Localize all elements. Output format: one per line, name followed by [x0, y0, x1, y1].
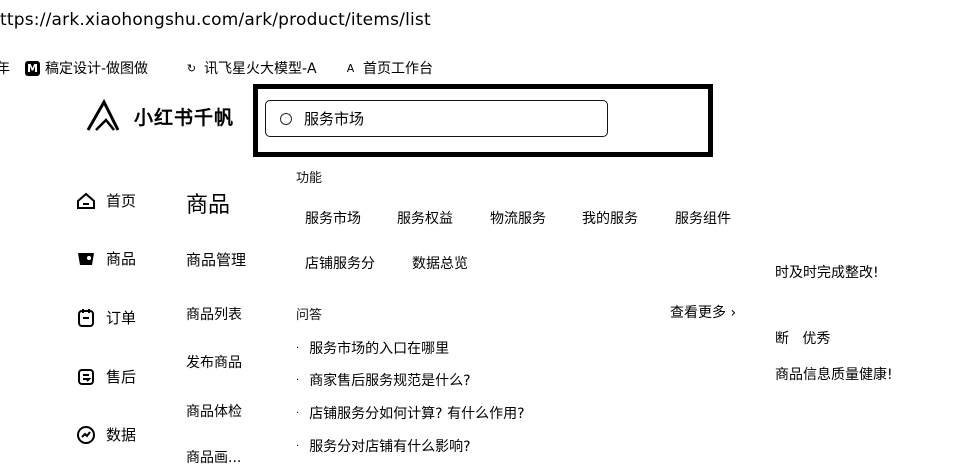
- status-badge: 优秀: [802, 331, 831, 347]
- qa-text: 商家售后服务规范是什么?: [309, 373, 471, 389]
- spark-icon: ↻: [186, 61, 197, 75]
- function-service-rights[interactable]: 服务权益: [397, 208, 453, 228]
- sidebar-item-home[interactable]: 首页: [76, 190, 136, 211]
- aftersale-icon: [76, 367, 96, 387]
- sidebar-item-label: 首页: [106, 192, 137, 210]
- menu-item-publish-product[interactable]: 发布商品: [186, 352, 242, 372]
- rectify-notice: 时及时完成整改!: [775, 265, 879, 281]
- section-title: 商品: [186, 193, 231, 218]
- qa-text: 店铺服务分如何计算? 有什么作用?: [309, 406, 525, 422]
- qianfan-logo-icon: [86, 98, 120, 131]
- diagnosis-label: 断: [775, 331, 789, 347]
- bullet-icon: ·: [296, 407, 300, 419]
- order-icon: [76, 308, 96, 328]
- sidebar-item-order[interactable]: 订单: [76, 307, 136, 328]
- qa-item[interactable]: · 商家售后服务规范是什么?: [296, 370, 471, 390]
- product-icon: [76, 249, 96, 269]
- search-input[interactable]: [304, 109, 564, 128]
- app-logo[interactable]: 小红书千帆: [84, 96, 234, 136]
- bookmark-gaoding[interactable]: M 稿定设计-做图做: [25, 58, 148, 78]
- bullet-icon: ·: [296, 342, 300, 354]
- qa-text: 服务市场的入口在哪里: [309, 341, 450, 357]
- search-box[interactable]: [265, 100, 608, 137]
- menu-group-product-management[interactable]: 商品管理: [186, 249, 246, 270]
- view-more-link[interactable]: 查看更多 ›: [670, 302, 736, 322]
- bookmark-workbench[interactable]: A 首页工作台: [343, 58, 433, 78]
- mastergo-icon: M: [25, 60, 40, 76]
- sidebar-item-data[interactable]: 数据: [76, 424, 136, 445]
- sidebar-item-product[interactable]: 商品: [76, 248, 136, 269]
- bookmark-xunfei[interactable]: ↻ 讯飞星火大模型-A: [184, 58, 317, 78]
- function-logistics-service[interactable]: 物流服务: [490, 208, 546, 228]
- diagnosis-status: 断 优秀: [775, 328, 830, 348]
- logo-text: 小红书千帆: [134, 106, 235, 129]
- bookmark-label: 首页工作台: [363, 61, 433, 77]
- bookmark-label: 讯飞星火大模型-A: [204, 61, 317, 77]
- sidebar-item-label: 售后: [106, 368, 137, 386]
- workbench-icon: A: [346, 61, 355, 75]
- bullet-icon: ·: [296, 440, 300, 452]
- quality-notice: 商品信息质量健康!: [775, 367, 893, 383]
- search-icon: [280, 112, 292, 125]
- sidebar-item-label: 订单: [106, 309, 137, 327]
- function-service-market[interactable]: 服务市场: [305, 208, 361, 228]
- function-group-label: 功能: [296, 171, 323, 186]
- bookmark-label: 稿定设计-做图做: [45, 61, 149, 77]
- home-icon: [76, 191, 96, 211]
- sidebar-item-aftersale[interactable]: 售后: [76, 366, 136, 387]
- qa-text: 服务分对店铺有什么影响?: [309, 439, 471, 455]
- bullet-icon: ·: [296, 374, 300, 386]
- menu-item-product-more[interactable]: 商品画...: [186, 447, 241, 467]
- qa-group-label: 问答: [296, 308, 323, 323]
- sidebar-item-label: 商品: [106, 250, 137, 268]
- function-my-service[interactable]: 我的服务: [582, 208, 638, 228]
- qa-item[interactable]: · 服务市场的入口在哪里: [296, 338, 449, 358]
- function-store-service-score[interactable]: 店铺服务分: [305, 253, 375, 273]
- bookmark-edge[interactable]: 年: [0, 58, 10, 78]
- address-bar-url[interactable]: ttps://ark.xiaohongshu.com/ark/product/i…: [0, 10, 431, 30]
- menu-item-product-list[interactable]: 商品列表: [186, 304, 242, 324]
- function-service-component[interactable]: 服务组件: [675, 208, 731, 228]
- sidebar-item-label: 数据: [106, 426, 137, 444]
- qa-item[interactable]: · 服务分对店铺有什么影响?: [296, 436, 471, 456]
- bookmark-edge-label: 年: [0, 61, 10, 77]
- function-data-overview[interactable]: 数据总览: [412, 253, 468, 273]
- menu-item-product-check[interactable]: 商品体检: [186, 401, 242, 421]
- data-icon: [76, 425, 96, 445]
- qa-item[interactable]: · 店铺服务分如何计算? 有什么作用?: [296, 403, 525, 423]
